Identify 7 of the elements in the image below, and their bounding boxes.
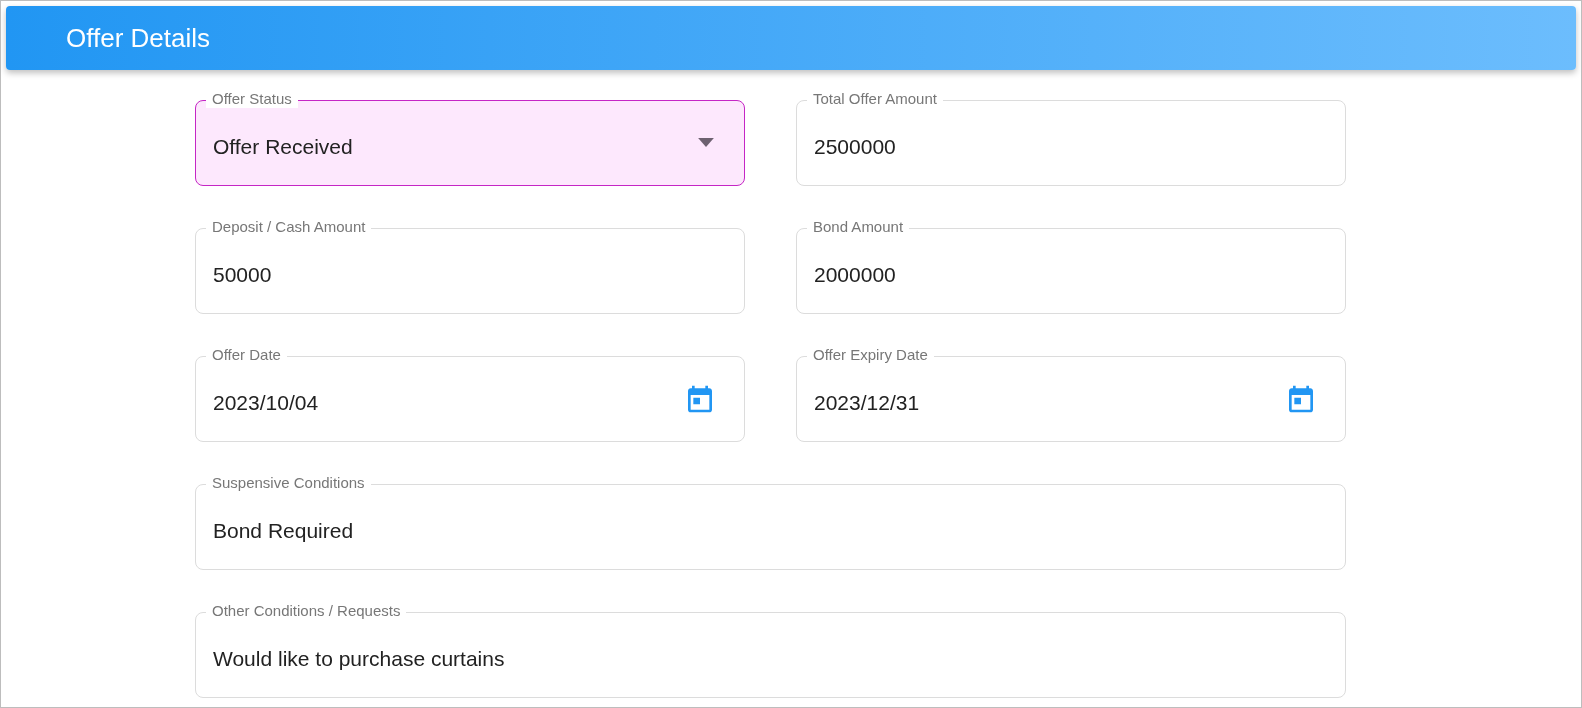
caret-icon — [698, 137, 714, 147]
field-label: Offer Status — [206, 90, 298, 108]
field-label: Offer Expiry Date — [807, 346, 934, 364]
field-label: Other Conditions / Requests — [206, 602, 407, 620]
field-label: Suspensive Conditions — [206, 474, 371, 492]
page-title: Offer Details — [66, 22, 210, 54]
field-label: Deposit / Cash Amount — [206, 218, 372, 236]
